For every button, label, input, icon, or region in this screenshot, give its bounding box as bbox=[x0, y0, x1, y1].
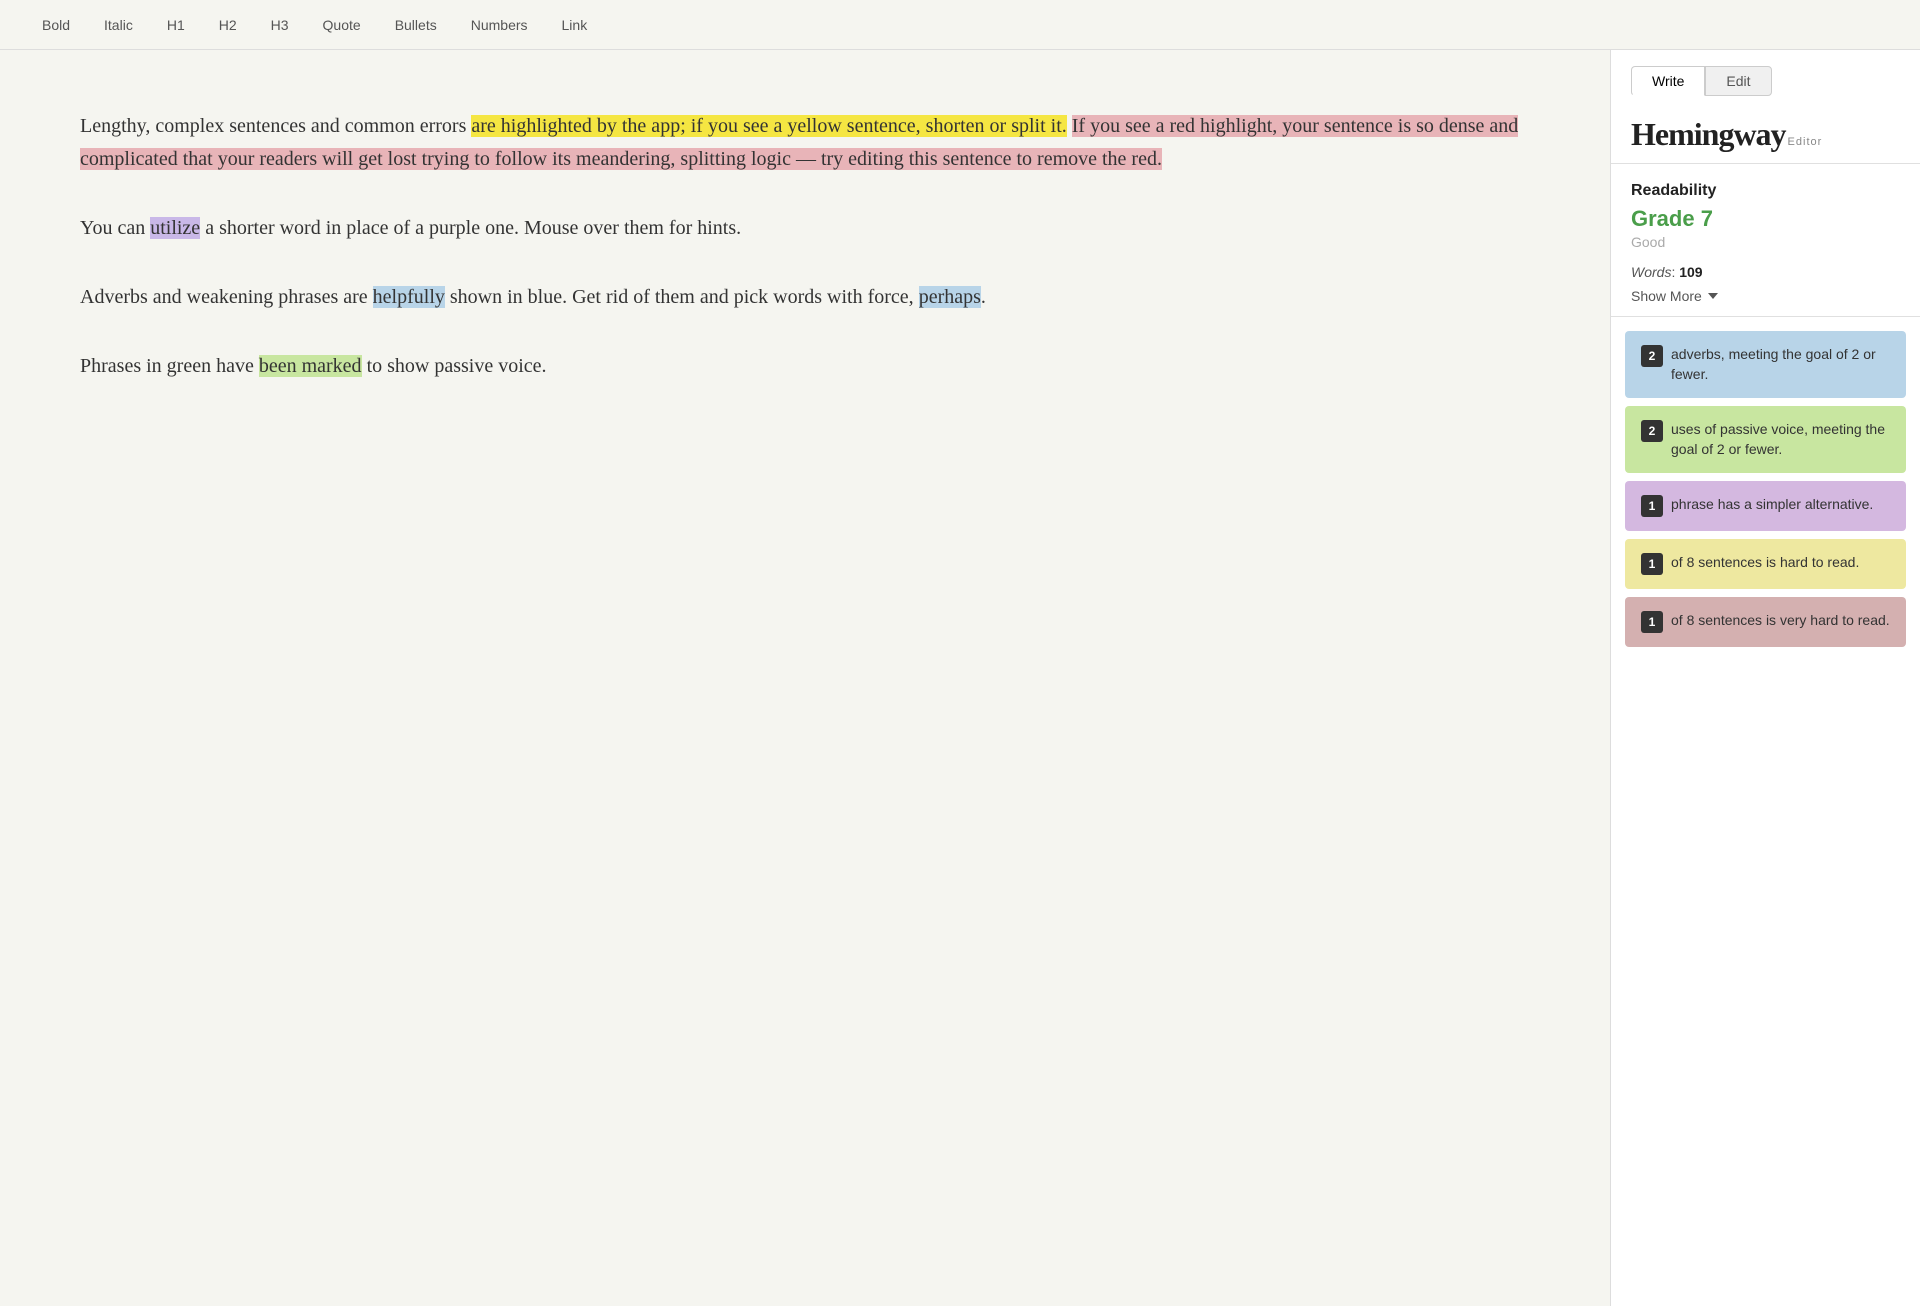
chevron-down-icon bbox=[1708, 293, 1718, 299]
stat-text-vhard: of 8 sentences is very hard to read. bbox=[1671, 611, 1890, 631]
p2-purple-highlight: utilize bbox=[150, 217, 200, 239]
bold-button[interactable]: Bold bbox=[40, 13, 72, 37]
sidebar: Write Edit HemingwayEditor Readability G… bbox=[1610, 50, 1920, 1306]
paragraph-4: Phrases in green have been marked to sho… bbox=[80, 350, 1530, 383]
readability-section: Readability Grade 7 Good Words: 109 Show… bbox=[1611, 164, 1920, 317]
stat-card-vhard: 1 of 8 sentences is very hard to read. bbox=[1625, 597, 1906, 647]
words-count: 109 bbox=[1679, 264, 1702, 280]
p3-blue1-highlight: helpfully bbox=[373, 286, 445, 308]
show-more-label: Show More bbox=[1631, 288, 1702, 304]
h3-button[interactable]: H3 bbox=[269, 13, 291, 37]
italic-button[interactable]: Italic bbox=[102, 13, 135, 37]
stat-card-adverbs: 2 adverbs, meeting the goal of 2 or fewe… bbox=[1625, 331, 1906, 398]
readability-title: Readability bbox=[1631, 182, 1900, 200]
stat-badge-hard: 1 bbox=[1641, 553, 1663, 575]
edit-mode-button[interactable]: Edit bbox=[1705, 66, 1771, 96]
p4-pre-text: Phrases in green have bbox=[80, 355, 259, 377]
p3-pre-text: Adverbs and weakening phrases are bbox=[80, 286, 373, 308]
toolbar: Bold Italic H1 H2 H3 Quote Bullets Numbe… bbox=[0, 0, 1920, 50]
show-more-button[interactable]: Show More bbox=[1631, 288, 1718, 304]
words-label: Words bbox=[1631, 264, 1671, 280]
words-line: Words: 109 bbox=[1631, 264, 1900, 280]
quote-button[interactable]: Quote bbox=[321, 13, 363, 37]
paragraph-3: Adverbs and weakening phrases are helpfu… bbox=[80, 281, 1530, 314]
main-layout: Lengthy, complex sentences and common er… bbox=[0, 50, 1920, 1306]
h2-button[interactable]: H2 bbox=[217, 13, 239, 37]
write-mode-button[interactable]: Write bbox=[1631, 66, 1705, 96]
stat-text-hard: of 8 sentences is hard to read. bbox=[1671, 553, 1859, 573]
stats-section: 2 adverbs, meeting the goal of 2 or fewe… bbox=[1611, 317, 1920, 661]
h1-button[interactable]: H1 bbox=[165, 13, 187, 37]
p3-blue2-highlight: perhaps bbox=[919, 286, 981, 308]
numbers-button[interactable]: Numbers bbox=[469, 13, 530, 37]
stat-badge-adverbs: 2 bbox=[1641, 345, 1663, 367]
stat-card-hard: 1 of 8 sentences is hard to read. bbox=[1625, 539, 1906, 589]
stat-text-passive: uses of passive voice, meeting the goal … bbox=[1671, 420, 1890, 459]
grade-label: Good bbox=[1631, 234, 1900, 250]
stat-card-passive: 2 uses of passive voice, meeting the goa… bbox=[1625, 406, 1906, 473]
paragraph-1: Lengthy, complex sentences and common er… bbox=[80, 110, 1530, 176]
link-button[interactable]: Link bbox=[560, 13, 590, 37]
p1-pre-text: Lengthy, complex sentences and common er… bbox=[80, 115, 471, 137]
bullets-button[interactable]: Bullets bbox=[393, 13, 439, 37]
stat-text-simpler: phrase has a simpler alternative. bbox=[1671, 495, 1873, 515]
paragraph-2: You can utilize a shorter word in place … bbox=[80, 212, 1530, 245]
p2-pre-text: You can bbox=[80, 217, 150, 239]
logo-section: HemingwayEditor bbox=[1611, 96, 1920, 164]
stat-badge-vhard: 1 bbox=[1641, 611, 1663, 633]
stat-text-adverbs: adverbs, meeting the goal of 2 or fewer. bbox=[1671, 345, 1890, 384]
stat-card-simpler: 1 phrase has a simpler alternative. bbox=[1625, 481, 1906, 531]
editor-area[interactable]: Lengthy, complex sentences and common er… bbox=[0, 50, 1610, 1306]
p4-green-highlight: been marked bbox=[259, 355, 362, 377]
p2-post-text: a shorter word in place of a purple one.… bbox=[200, 217, 741, 239]
grade-value: Grade 7 bbox=[1631, 206, 1900, 232]
stat-badge-passive: 2 bbox=[1641, 420, 1663, 442]
p3-post-text: . bbox=[981, 286, 986, 308]
p1-yellow-highlight: are highlighted by the app; if you see a… bbox=[471, 115, 1066, 137]
logo-title: HemingwayEditor bbox=[1631, 116, 1900, 153]
stat-badge-simpler: 1 bbox=[1641, 495, 1663, 517]
p3-mid-text: shown in blue. Get rid of them and pick … bbox=[445, 286, 919, 308]
p4-post-text: to show passive voice. bbox=[362, 355, 547, 377]
mode-toggle: Write Edit bbox=[1611, 50, 1920, 96]
